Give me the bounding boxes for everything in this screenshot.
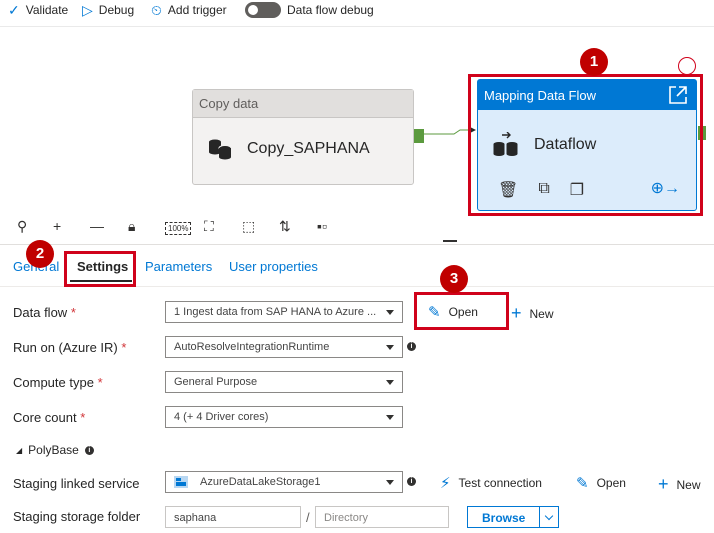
copy-output-port[interactable] bbox=[414, 129, 424, 143]
trigger-icon: ⏲ bbox=[151, 2, 162, 18]
polybase-section[interactable]: ◢ PolyBase i bbox=[16, 443, 94, 457]
plug-icon: ⚡︎ bbox=[440, 475, 451, 492]
debug-label: Debug bbox=[98, 3, 135, 17]
validate-button[interactable]: ✓ Validate bbox=[8, 2, 68, 18]
callout-badge-2: 2 bbox=[26, 240, 54, 268]
panel-resize-handle[interactable] bbox=[443, 240, 457, 242]
data-flow-new-button[interactable]: + New bbox=[511, 303, 554, 324]
new-label: New bbox=[529, 306, 554, 321]
staging-storage-folder-label: Staging storage folder bbox=[13, 509, 141, 524]
test-connection-label: Test connection bbox=[458, 476, 542, 490]
callout-ring bbox=[678, 57, 696, 75]
zoom-out-icon[interactable]: — bbox=[90, 218, 104, 234]
copy-activity-name: Copy_SAPHANA bbox=[247, 140, 370, 157]
zoom-100-icon[interactable]: 100% bbox=[165, 222, 192, 235]
plus-icon: + bbox=[658, 474, 669, 494]
callout-badge-1: 1 bbox=[580, 48, 608, 76]
info-icon: i bbox=[407, 477, 416, 486]
data-flow-debug-label: Data flow debug bbox=[287, 3, 374, 17]
select-icon[interactable]: ⬚ bbox=[242, 218, 255, 235]
plus-icon: + bbox=[511, 303, 522, 323]
browse-label: Browse bbox=[482, 511, 526, 525]
data-flow-select[interactable]: 1 Ingest data from SAP HANA to Azure ... bbox=[165, 301, 403, 323]
database-icon bbox=[209, 139, 232, 160]
polybase-label: PolyBase bbox=[28, 443, 79, 457]
copy-activity-type: Copy data bbox=[193, 90, 413, 118]
browse-button[interactable]: Browse bbox=[467, 506, 559, 528]
collapse-triangle-icon[interactable]: ◢ bbox=[16, 446, 22, 455]
container-input[interactable]: saphana bbox=[165, 506, 301, 528]
info-icon: i bbox=[84, 445, 94, 455]
staging-linked-service-value: AzureDataLakeStorage1 bbox=[200, 476, 321, 488]
add-trigger-button[interactable]: ⏲ Add trigger bbox=[151, 2, 227, 18]
staging-linked-service-select[interactable]: AzureDataLakeStorage1 bbox=[165, 471, 403, 493]
search-icon[interactable]: ⚲ bbox=[17, 218, 27, 235]
layout-icon[interactable]: ▪▫ bbox=[317, 218, 327, 234]
pencil-icon: ✎ bbox=[576, 475, 589, 492]
zoom-in-icon[interactable]: + bbox=[53, 218, 61, 234]
copy-data-activity[interactable]: Copy data Copy_SAPHANA bbox=[192, 89, 414, 185]
lock-icon[interactable]: 🔒︎ bbox=[128, 218, 135, 235]
fit-to-screen-icon[interactable]: ⛶ bbox=[204, 218, 214, 235]
run-on-label: Run on (Azure IR) * bbox=[13, 340, 127, 355]
run-on-select[interactable]: AutoResolveIntegrationRuntime bbox=[165, 336, 403, 358]
test-connection-button[interactable]: ⚡︎ Test connection bbox=[440, 474, 542, 492]
panel-divider bbox=[0, 244, 714, 245]
toggle-switch[interactable] bbox=[245, 2, 281, 18]
staging-linked-service-label: Staging linked service bbox=[13, 476, 140, 491]
tab-parameters[interactable]: Parameters bbox=[145, 259, 212, 274]
debug-button[interactable]: ▷ Debug bbox=[82, 2, 134, 18]
tab-user-properties[interactable]: User properties bbox=[229, 259, 318, 274]
checkmark-icon: ✓ bbox=[8, 2, 20, 18]
callout-box-2 bbox=[64, 251, 136, 287]
add-trigger-label: Add trigger bbox=[167, 3, 227, 17]
auto-align-icon[interactable]: ⇅ bbox=[279, 218, 291, 235]
linked-service-open-label: Open bbox=[596, 476, 626, 490]
info-icon: i bbox=[407, 342, 416, 351]
linked-service-new-label: New bbox=[676, 477, 701, 492]
linked-service-open-button[interactable]: ✎ Open bbox=[576, 474, 626, 492]
callout-box-1 bbox=[468, 74, 703, 216]
path-separator: / bbox=[306, 510, 310, 525]
storage-icon bbox=[174, 476, 188, 488]
compute-type-select[interactable]: General Purpose bbox=[165, 371, 403, 393]
core-count-label: Core count * bbox=[13, 410, 86, 425]
linked-service-new-button[interactable]: + New bbox=[658, 474, 701, 495]
play-icon: ▷ bbox=[82, 2, 93, 18]
validate-label: Validate bbox=[25, 3, 69, 17]
data-flow-label: Data flow * bbox=[13, 305, 76, 320]
data-flow-debug-toggle[interactable]: Data flow debug bbox=[245, 2, 374, 18]
core-count-select[interactable]: 4 (+ 4 Driver cores) bbox=[165, 406, 403, 428]
callout-badge-3: 3 bbox=[440, 265, 468, 293]
chevron-down-icon[interactable] bbox=[538, 507, 559, 527]
compute-type-label: Compute type * bbox=[13, 375, 103, 390]
directory-input[interactable]: Directory bbox=[315, 506, 449, 528]
callout-box-3 bbox=[414, 292, 509, 330]
